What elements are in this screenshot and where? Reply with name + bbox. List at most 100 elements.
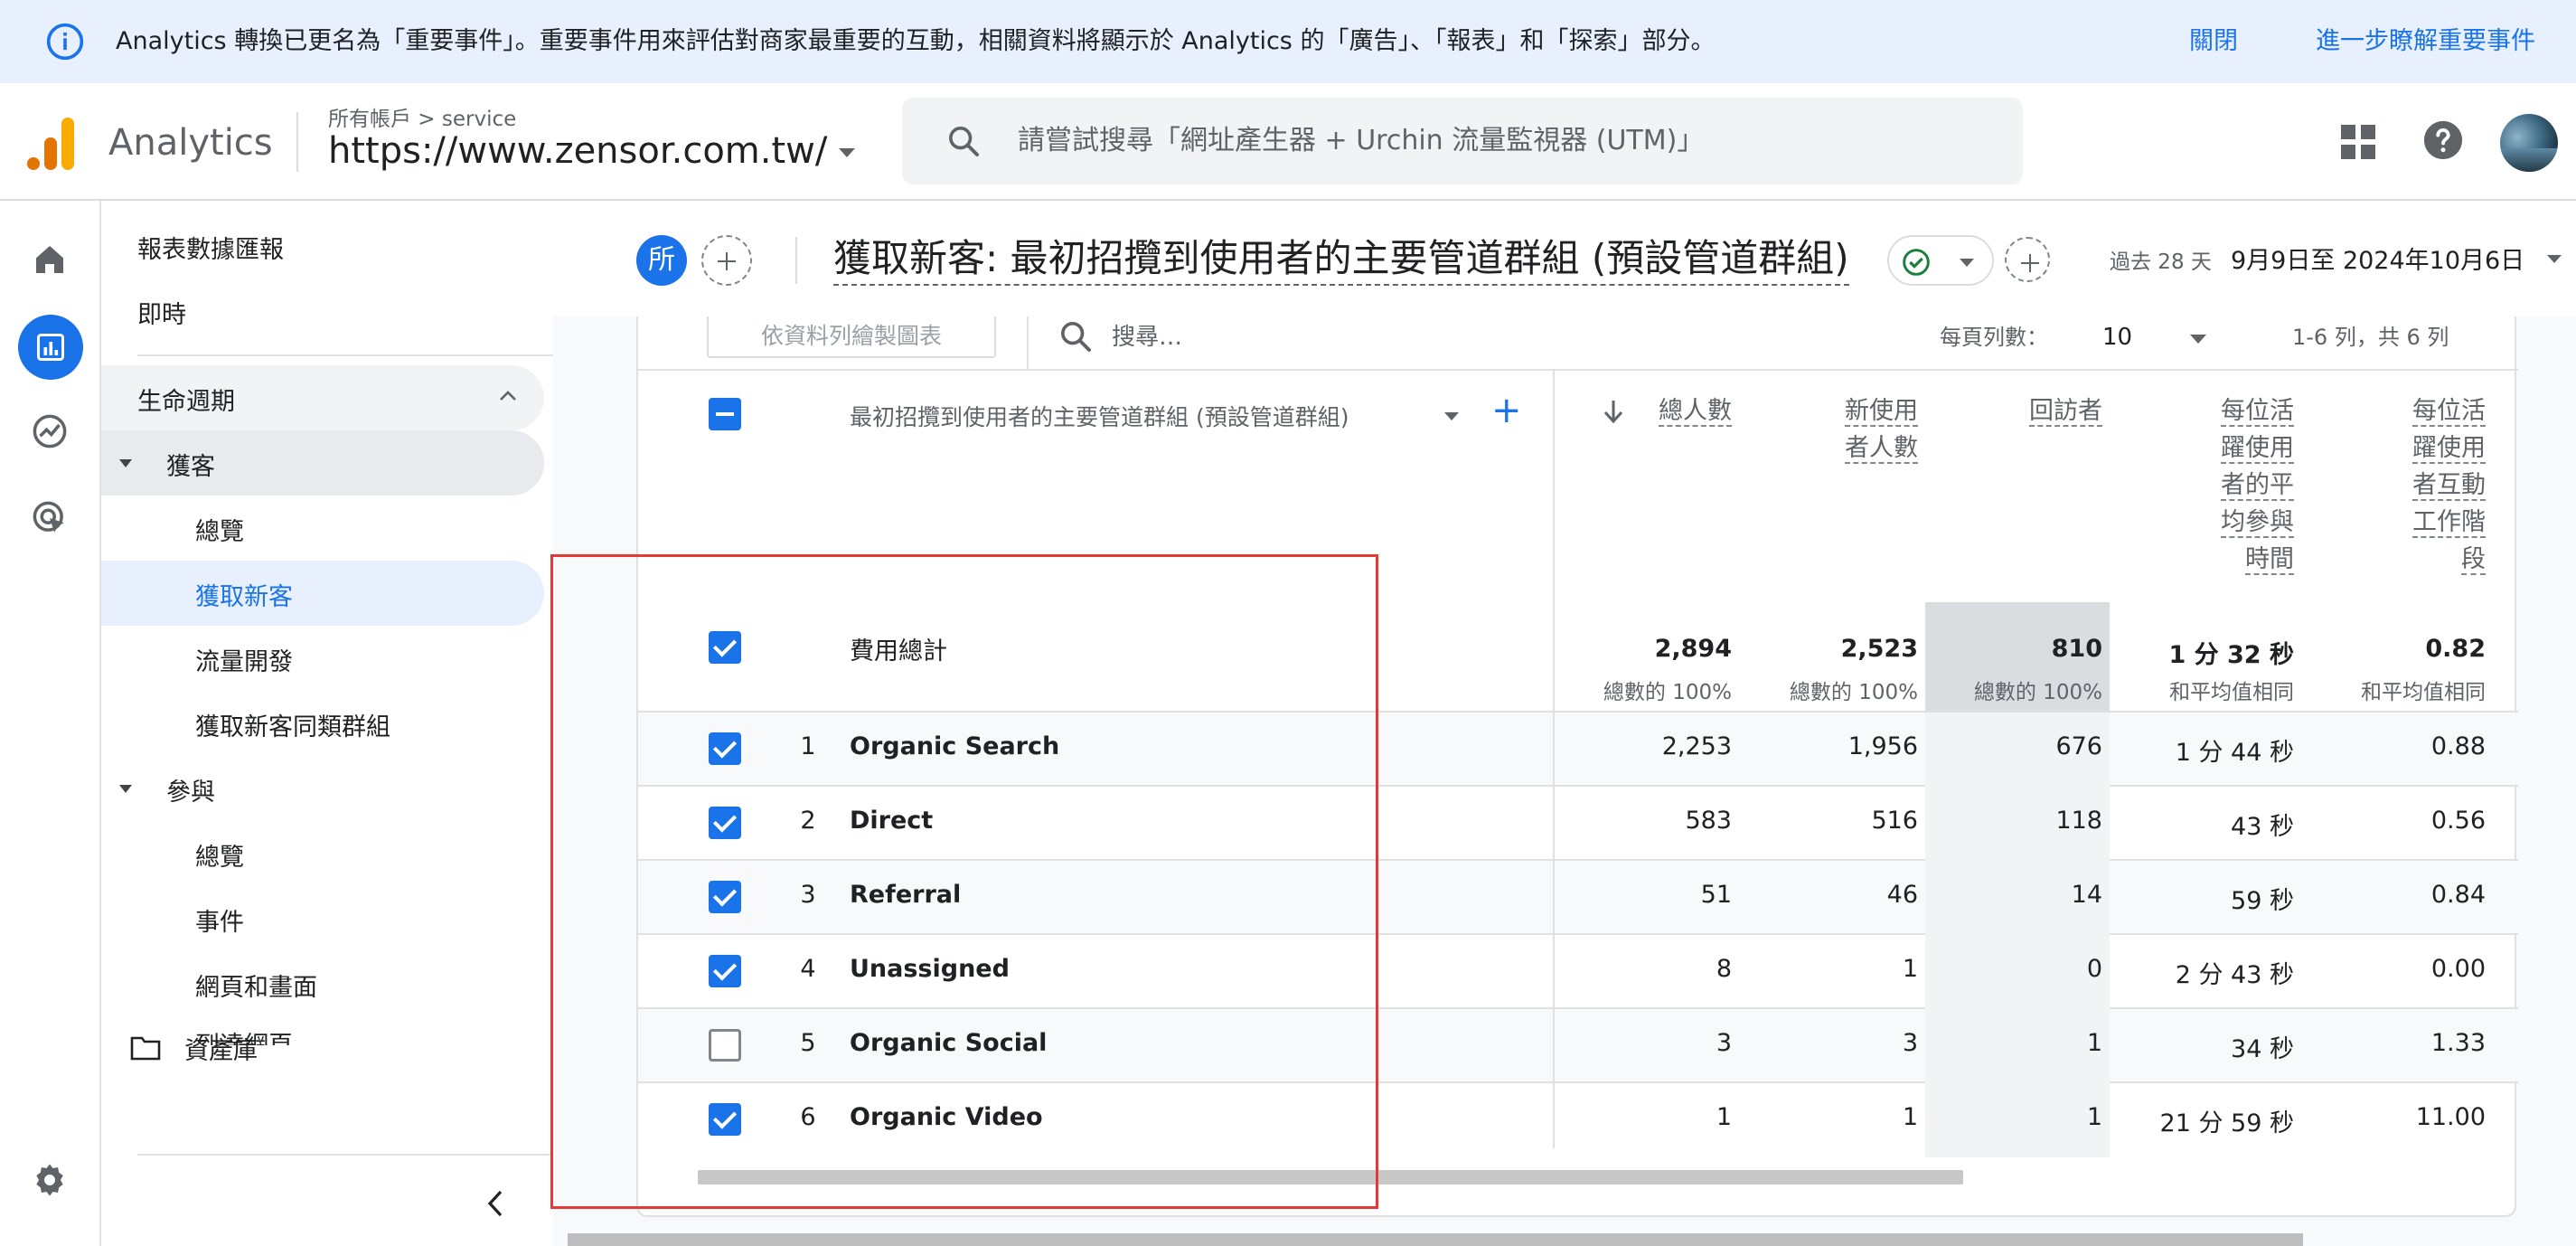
page-horizontal-scrollbar[interactable] xyxy=(568,1233,2303,1246)
chevron-down-icon[interactable] xyxy=(1444,412,1459,420)
analytics-logo-icon[interactable] xyxy=(25,116,78,172)
cell-new-users: 1,956 xyxy=(1847,732,1918,760)
column-header-text: 者的平 xyxy=(2221,471,2294,501)
banner-learn-more-link[interactable]: 進一步瞭解重要事件 xyxy=(2316,0,2535,83)
column-header-new-users[interactable]: 新使用 者人數 xyxy=(1764,392,1918,467)
title-divider xyxy=(795,237,797,284)
column-header-text: 躍使用 xyxy=(2412,434,2486,464)
total-value-avg-engagement-time: 1 分 32 秒 xyxy=(2168,641,2294,669)
select-all-checkbox[interactable] xyxy=(709,398,741,430)
column-header-engaged-sessions-per-user[interactable]: 每位活 躍使用 者互動 工作階段 xyxy=(2332,392,2486,578)
nav-user-acquisition[interactable]: 獲取新客 xyxy=(195,577,293,612)
apps-grid-icon[interactable] xyxy=(2339,123,2377,161)
table-toolbar: 依資料列繪製圖表 搜尋… 每頁列數： 10 1-6 列，共 6 列 xyxy=(638,316,2518,371)
cell-engaged-sessions-per-user: 11.00 xyxy=(2415,1103,2486,1131)
header-divider xyxy=(296,112,298,172)
report-status-button[interactable] xyxy=(1887,235,1994,286)
nav-library[interactable]: 資產庫 xyxy=(184,1031,258,1066)
nav-engagement-overview[interactable]: 總覽 xyxy=(195,837,244,873)
date-range[interactable]: 9月9日至 2024年10月6日 xyxy=(2231,241,2524,276)
cell-avg-engagement-time: 34 秒 xyxy=(2231,1035,2294,1063)
total-value-total-users: 2,894 xyxy=(1654,635,1732,663)
nav-engagement[interactable]: 參與 xyxy=(166,772,215,807)
column-header-text: 工作階 xyxy=(2412,508,2486,538)
chevron-down-icon[interactable] xyxy=(839,148,855,157)
nav-events[interactable]: 事件 xyxy=(195,902,244,938)
column-header-text: 每位活 xyxy=(2221,397,2294,427)
banner-message: Analytics 轉換已更名為「重要事件」。重要事件用來評估對商家最重要的互動… xyxy=(116,27,1716,55)
cell-total-users: 3 xyxy=(1716,1029,1732,1057)
column-header-text: 躍使用 xyxy=(2221,434,2294,464)
nav-user-acquisition-row[interactable] xyxy=(101,561,544,626)
nav-acquisition-overview[interactable]: 總覽 xyxy=(195,512,244,547)
nav-pages-screens[interactable]: 網頁和畫面 xyxy=(195,968,317,1003)
column-header-total-users[interactable]: 總人數 xyxy=(1578,392,1732,429)
segment-chip[interactable]: 所 xyxy=(636,235,687,286)
nav-lifecycle[interactable]: 生命週期 xyxy=(137,382,235,417)
cell-total-users: 2,253 xyxy=(1661,732,1732,760)
reports-icon[interactable] xyxy=(18,315,83,380)
total-subtext-engaged-sessions-per-user: 和平均值相同 xyxy=(2361,681,2486,704)
nav-divider xyxy=(137,354,624,356)
column-header-text: 均參與 xyxy=(2221,508,2294,538)
date-range-preset[interactable]: 過去 28 天 xyxy=(2110,244,2212,275)
help-icon[interactable] xyxy=(2422,119,2464,161)
cell-engaged-sessions-per-user: 1.33 xyxy=(2430,1029,2486,1057)
cell-total-users: 1 xyxy=(1716,1103,1732,1131)
nav-acquisition[interactable]: 獲客 xyxy=(166,447,215,482)
cell-engaged-sessions-per-user: 0.88 xyxy=(2430,732,2486,760)
banner-close-button[interactable]: 關閉 xyxy=(2189,0,2238,83)
column-header-avg-engagement-time[interactable]: 每位活 躍使用 者的平 均參與 時間 xyxy=(2140,392,2294,578)
cell-total-users: 8 xyxy=(1716,955,1732,983)
cell-total-users: 583 xyxy=(1685,807,1732,835)
add-comparison-button[interactable] xyxy=(701,235,752,286)
chevron-down-icon xyxy=(1960,259,1974,267)
caret-down-icon[interactable] xyxy=(119,785,132,793)
dimension-header[interactable]: 最初招攬到使用者的主要管道群組 (預設管道群組) xyxy=(850,400,1349,432)
chevron-down-icon[interactable] xyxy=(2547,255,2562,263)
cell-returning-users: 1 xyxy=(2086,1103,2102,1131)
cell-avg-engagement-time: 2 分 43 秒 xyxy=(2175,961,2294,989)
nav-traffic-acquisition[interactable]: 流量開發 xyxy=(195,642,293,677)
column-header-returning-users[interactable]: 回訪者 xyxy=(1949,392,2102,429)
rows-per-page-label: 每頁列數： xyxy=(1940,325,2048,350)
chevron-down-icon[interactable] xyxy=(2190,335,2206,344)
avatar[interactable] xyxy=(2500,114,2558,172)
search-icon xyxy=(949,127,979,156)
report-navigation: 報表數據匯報 即時 生命週期 獲客 總覽 獲取新客 流量開發 獲取新客同類群組 … xyxy=(101,201,624,1246)
column-header-text: 新使用 xyxy=(1845,397,1918,427)
account-breadcrumb[interactable]: 所有帳戶 > service xyxy=(328,101,516,132)
dimension-column-separator xyxy=(1553,371,1555,1148)
add-button[interactable] xyxy=(2005,237,2050,282)
collapse-chevron-icon[interactable] xyxy=(484,1188,506,1219)
check-circle-icon xyxy=(1903,249,1930,276)
column-header-text: 每位活 xyxy=(2412,397,2486,427)
total-subtext-total-users: 總數的 100% xyxy=(1603,681,1732,704)
rows-per-page-select[interactable]: 10 xyxy=(2102,316,2132,358)
advertising-icon[interactable] xyxy=(27,496,72,541)
folder-icon xyxy=(130,1036,161,1061)
caret-down-icon[interactable] xyxy=(119,459,132,467)
total-value-new-users: 2,523 xyxy=(1840,635,1918,663)
report-title-bar: 所 獲取新客: 最初招攬到使用者的主要管道群組 (預設管道群組) 過去 28 天… xyxy=(553,201,2576,316)
global-search-input[interactable]: 請嘗試搜尋「網址產生器 + Urchin 流量監視器 (UTM)」 xyxy=(902,98,2023,184)
table-search-input[interactable]: 搜尋… xyxy=(1112,316,1182,358)
column-header-text: 段 xyxy=(2461,545,2486,575)
add-dimension-button[interactable]: + xyxy=(1491,392,1522,429)
nav-acquisition-cohort[interactable]: 獲取新客同類群組 xyxy=(195,707,390,742)
property-selector[interactable]: https://www.zensor.com.tw/ xyxy=(328,130,827,172)
cell-returning-users: 0 xyxy=(2086,955,2102,983)
chevron-up-icon[interactable] xyxy=(497,387,519,405)
nav-realtime[interactable]: 即時 xyxy=(137,295,186,330)
nav-reports-snapshot[interactable]: 報表數據匯報 xyxy=(137,230,284,265)
plot-rows-button[interactable]: 依資料列繪製圖表 xyxy=(707,316,996,358)
settings-icon[interactable] xyxy=(27,1157,72,1203)
notification-banner: Analytics 轉換已更名為「重要事件」。重要事件用來評估對商家最重要的互動… xyxy=(0,0,2576,83)
report-title[interactable]: 獲取新客: 最初招攬到使用者的主要管道群組 (預設管道群組) xyxy=(833,233,1849,286)
cell-engaged-sessions-per-user: 0.84 xyxy=(2430,881,2486,909)
cell-new-users: 3 xyxy=(1902,1029,1918,1057)
app-header: Analytics 所有帳戶 > service https://www.zen… xyxy=(0,83,2576,201)
home-icon[interactable] xyxy=(27,237,72,282)
total-value-returning-users: 810 xyxy=(2051,635,2102,663)
explore-icon[interactable] xyxy=(27,409,72,454)
